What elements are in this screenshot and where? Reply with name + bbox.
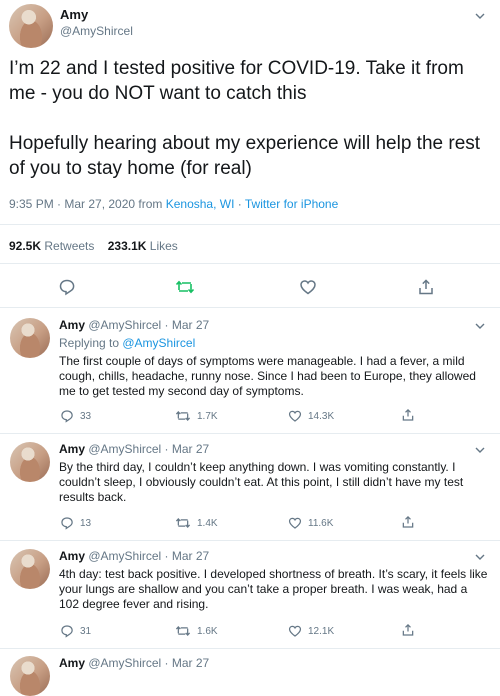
- retweets-stat[interactable]: 92.5K Retweets: [9, 239, 94, 253]
- reply-icon: [60, 409, 74, 423]
- retweet-icon: [175, 409, 191, 423]
- share-icon[interactable]: [401, 408, 415, 422]
- reply-icon: [60, 516, 74, 530]
- like-icon[interactable]: [299, 278, 317, 296]
- divider: [0, 224, 500, 225]
- share-icon[interactable]: [401, 623, 415, 637]
- reply-text: 4th day: test back positive. I developed…: [59, 567, 488, 611]
- retweet-icon[interactable]: [175, 278, 195, 296]
- share-icon[interactable]: [401, 515, 415, 529]
- like-count: 14.3K: [308, 410, 335, 422]
- chevron-down-icon[interactable]: [474, 320, 486, 332]
- meta-separator: ·: [234, 197, 245, 211]
- like-button[interactable]: 14.3K: [288, 409, 334, 423]
- likes-count: 233.1K: [107, 239, 147, 253]
- reply-text: By the third day, I couldn’t keep anythi…: [59, 460, 464, 504]
- like-icon: [288, 624, 302, 638]
- divider: [0, 648, 500, 649]
- reply-count: 31: [80, 625, 92, 637]
- like-icon: [288, 409, 302, 423]
- likes-label: Likes: [146, 239, 178, 253]
- retweet-count: 1.4K: [197, 517, 218, 529]
- replying-prefix: Replying to: [59, 336, 123, 350]
- tweet-meta: 9:35 PM · Mar 27, 2020 from Kenosha, WI …: [9, 197, 338, 211]
- divider: [0, 540, 500, 541]
- avatar[interactable]: [10, 656, 50, 696]
- reply-icon[interactable]: [58, 278, 76, 296]
- reply-icon: [60, 624, 74, 638]
- reply-header: Amy @AmyShircel · Mar 27: [59, 656, 209, 670]
- chevron-down-icon[interactable]: [474, 444, 486, 456]
- reply-button[interactable]: 33: [60, 409, 91, 423]
- like-count: 11.6K: [308, 517, 334, 529]
- retweets-label: Retweets: [41, 239, 95, 253]
- replying-to: Replying to @AmyShircel: [59, 336, 195, 350]
- like-icon: [288, 516, 302, 530]
- tweet-text: I’m 22 and I tested positive for COVID-1…: [9, 58, 481, 179]
- divider: [0, 433, 500, 434]
- reply-count: 13: [80, 517, 92, 529]
- chevron-down-icon[interactable]: [474, 10, 486, 22]
- chevron-down-icon[interactable]: [474, 551, 486, 563]
- like-button[interactable]: 11.6K: [288, 516, 333, 530]
- handle-date[interactable]: @AmyShircel · Mar 27: [85, 318, 209, 332]
- reply-text: The first couple of days of symptoms wer…: [59, 354, 476, 398]
- reply-count: 33: [80, 410, 92, 422]
- retweets-count: 92.5K: [9, 239, 42, 253]
- author-name[interactable]: Amy: [59, 442, 85, 456]
- avatar[interactable]: [10, 318, 50, 358]
- author-name[interactable]: Amy: [59, 318, 85, 332]
- divider: [0, 263, 500, 264]
- share-icon[interactable]: [417, 278, 435, 296]
- author-name[interactable]: Amy: [60, 7, 88, 22]
- retweet-button[interactable]: 1.4K: [175, 516, 218, 530]
- retweet-icon: [175, 624, 191, 638]
- retweet-icon: [175, 516, 191, 530]
- likes-stat[interactable]: 233.1K Likes: [108, 239, 178, 253]
- reply-button[interactable]: 31: [60, 624, 91, 638]
- reply-header: Amy @AmyShircel · Mar 27: [59, 442, 209, 456]
- author-handle[interactable]: @AmyShircel: [60, 24, 133, 38]
- reply-button[interactable]: 13: [60, 516, 91, 530]
- author-name[interactable]: Amy: [59, 549, 85, 563]
- avatar[interactable]: [9, 4, 53, 48]
- tweet-time[interactable]: 9:35 PM · Mar 27, 2020 from: [9, 197, 166, 211]
- reply-header: Amy @AmyShircel · Mar 27: [59, 318, 209, 332]
- handle-date[interactable]: @AmyShircel · Mar 27: [85, 442, 209, 456]
- tweet-location[interactable]: Kenosha, WI: [166, 197, 235, 211]
- avatar[interactable]: [10, 549, 50, 589]
- retweet-count: 1.7K: [197, 410, 218, 422]
- like-button[interactable]: 12.1K: [288, 624, 334, 638]
- avatar[interactable]: [10, 442, 50, 482]
- author-name[interactable]: Amy: [59, 656, 85, 670]
- like-count: 12.1K: [308, 625, 335, 637]
- tweet-source[interactable]: Twitter for iPhone: [245, 197, 338, 211]
- divider: [0, 307, 500, 308]
- replying-handle[interactable]: @AmyShircel: [122, 336, 195, 350]
- reply-header: Amy @AmyShircel · Mar 27: [59, 549, 209, 563]
- retweet-button[interactable]: 1.7K: [175, 409, 218, 423]
- retweet-count: 1.6K: [197, 625, 218, 637]
- tweet-stats: 92.5K Retweets 233.1K Likes: [9, 239, 178, 253]
- handle-date[interactable]: @AmyShircel · Mar 27: [85, 549, 209, 563]
- retweet-button[interactable]: 1.6K: [175, 624, 218, 638]
- handle-date[interactable]: @AmyShircel · Mar 27: [85, 656, 209, 670]
